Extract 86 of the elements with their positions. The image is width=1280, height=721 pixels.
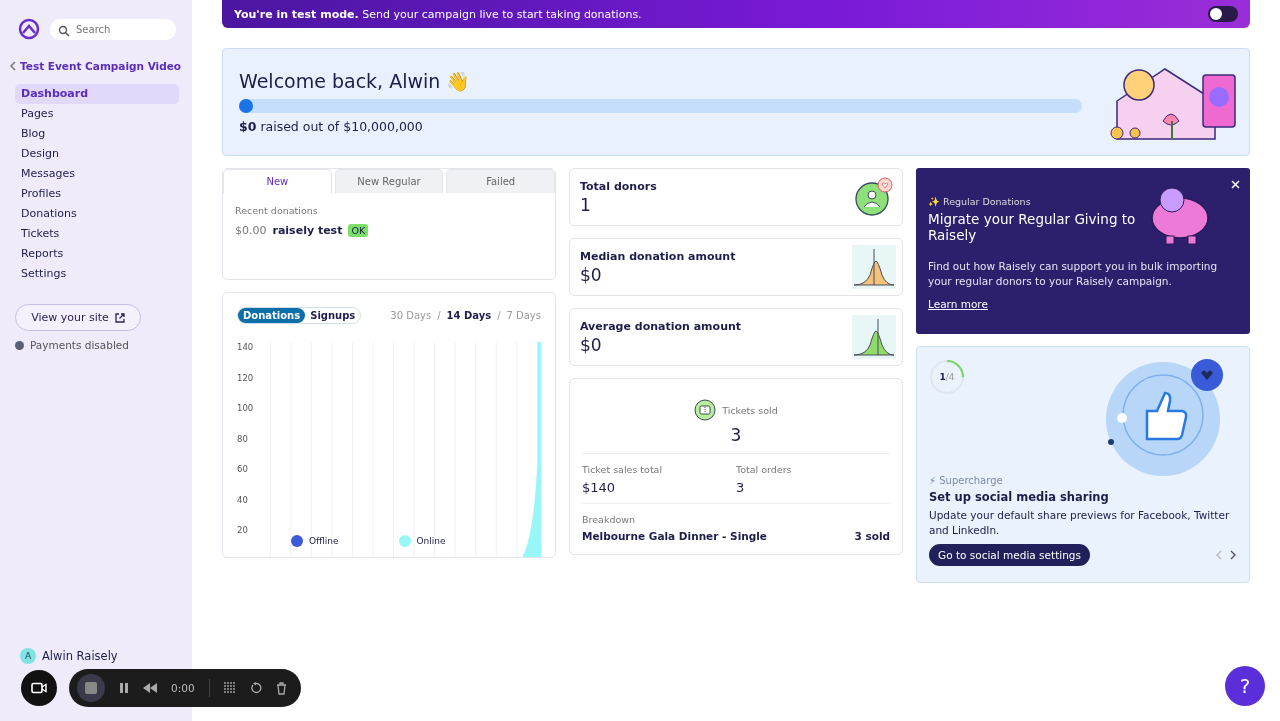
stat-label: Median donation amount bbox=[580, 249, 736, 263]
user-avatar: A bbox=[20, 648, 36, 664]
grid-icon[interactable] bbox=[223, 682, 236, 694]
nav-item[interactable]: Profiles bbox=[15, 184, 179, 204]
rewind-icon[interactable] bbox=[143, 683, 157, 693]
user-name: Alwin Raisely bbox=[42, 649, 118, 663]
stat-value: $0 bbox=[580, 264, 603, 285]
step-number: 1 bbox=[939, 372, 946, 382]
donor-icon bbox=[852, 175, 896, 219]
trash-icon[interactable] bbox=[275, 681, 287, 695]
step-total: /4 bbox=[945, 372, 955, 382]
nav-item[interactable]: Blog bbox=[15, 124, 179, 144]
axis-label: 80 bbox=[237, 433, 249, 444]
raised-text: $0 raised out of $10,000,000 bbox=[239, 119, 424, 134]
nav-item[interactable]: Settings bbox=[15, 264, 179, 284]
nav-item[interactable]: Reports bbox=[15, 244, 179, 264]
pause-icon[interactable] bbox=[119, 682, 129, 694]
donation-tab[interactable]: Failed bbox=[446, 169, 555, 193]
nav-item[interactable]: Pages bbox=[15, 104, 179, 124]
distribution-icon bbox=[852, 245, 896, 289]
live-toggle[interactable] bbox=[1208, 6, 1238, 22]
banner-text: You're in test mode. Send your campaign live to start taking donations. bbox=[234, 7, 642, 21]
promo-title: Migrate your Regular Giving to Raisely bbox=[928, 211, 1137, 243]
breakdown-label: Breakdown bbox=[582, 514, 636, 525]
restart-icon[interactable] bbox=[249, 682, 262, 694]
legend-label: Online bbox=[416, 536, 446, 546]
separator: / bbox=[497, 310, 501, 321]
sold-count: 3 sold bbox=[854, 530, 890, 542]
axis-label: 60 bbox=[237, 464, 249, 474]
ticket-type: Melbourne Gala Dinner - Single bbox=[582, 530, 767, 542]
status-badge: OK bbox=[348, 224, 369, 237]
chevron-right-icon[interactable] bbox=[1230, 550, 1237, 560]
stop-button[interactable] bbox=[77, 674, 105, 702]
task-title: Set up social media sharing bbox=[929, 490, 1110, 504]
video-camera-icon bbox=[31, 682, 47, 694]
recent-label: Recent donations bbox=[235, 205, 319, 216]
close-button[interactable] bbox=[1229, 178, 1242, 191]
toggle-option[interactable]: Signups bbox=[305, 308, 361, 323]
social-settings-button[interactable]: Go to social media settings bbox=[929, 544, 1090, 566]
search-field[interactable]: Search bbox=[50, 18, 176, 40]
nav-item[interactable]: Tickets bbox=[15, 224, 179, 244]
orders-value: 3 bbox=[736, 480, 746, 495]
tickets-value: 3 bbox=[729, 425, 743, 445]
ticket-icon bbox=[694, 399, 717, 421]
range-link[interactable]: 14 Days bbox=[446, 310, 492, 321]
axis-label: 120 bbox=[237, 372, 255, 383]
nav-item[interactable]: Donations bbox=[15, 204, 179, 224]
stat-value: 1 bbox=[580, 194, 592, 215]
separator: / bbox=[437, 310, 441, 321]
payments-status: Payments disabled bbox=[30, 339, 129, 351]
orders-label: Total orders bbox=[736, 464, 793, 475]
toggle-option[interactable]: Donations bbox=[238, 308, 306, 323]
close-icon bbox=[1231, 180, 1240, 189]
promo-text: Find out how Raisely can support you in bulk importing your regular donors to your Raisely campaign. bbox=[928, 259, 1219, 289]
nav-item[interactable]: Messages bbox=[15, 164, 179, 184]
legend-label: Offline bbox=[309, 536, 339, 546]
help-button[interactable]: ? bbox=[1225, 666, 1265, 706]
logo-icon bbox=[18, 18, 40, 40]
recording-time: 0:00 bbox=[171, 682, 195, 694]
nav-item[interactable]: Dashboard bbox=[15, 84, 179, 104]
donation-tab[interactable]: New Regular bbox=[334, 169, 444, 193]
chevron-left-icon bbox=[9, 61, 16, 71]
search-icon bbox=[58, 24, 70, 37]
distribution-icon bbox=[852, 315, 896, 359]
sales-label: Ticket sales total bbox=[582, 464, 664, 475]
welcome-title: Welcome back, Alwin 👋 bbox=[239, 70, 472, 93]
nav-item[interactable]: Design bbox=[15, 144, 179, 164]
task-text: Update your default share previews for Facebook, Twitter and LinkedIn. bbox=[929, 508, 1231, 538]
axis-label: 140 bbox=[237, 342, 255, 352]
task-tag: ⚡ Supercharge bbox=[929, 475, 1237, 486]
axis-label: 20 bbox=[237, 525, 249, 535]
stat-value: $0 bbox=[580, 334, 603, 355]
donor-name: raisely test bbox=[272, 224, 343, 237]
learn-more-link[interactable]: Learn more bbox=[928, 298, 988, 310]
axis-label: 40 bbox=[237, 494, 249, 505]
sales-value: $140 bbox=[582, 480, 617, 495]
promo-tag: ✨ Regular Donations bbox=[928, 196, 1238, 207]
stat-label: Average donation amount bbox=[580, 319, 742, 333]
external-link-icon bbox=[114, 312, 125, 323]
status-dot bbox=[15, 340, 24, 350]
axis-label: 100 bbox=[237, 403, 255, 413]
stat-label: Total donors bbox=[580, 179, 657, 193]
donation-tab[interactable]: New bbox=[223, 169, 332, 193]
tickets-label: Tickets sold bbox=[722, 404, 778, 416]
view-site-button[interactable]: View your site bbox=[15, 304, 141, 331]
donation-amount: $0.00 bbox=[235, 224, 267, 237]
